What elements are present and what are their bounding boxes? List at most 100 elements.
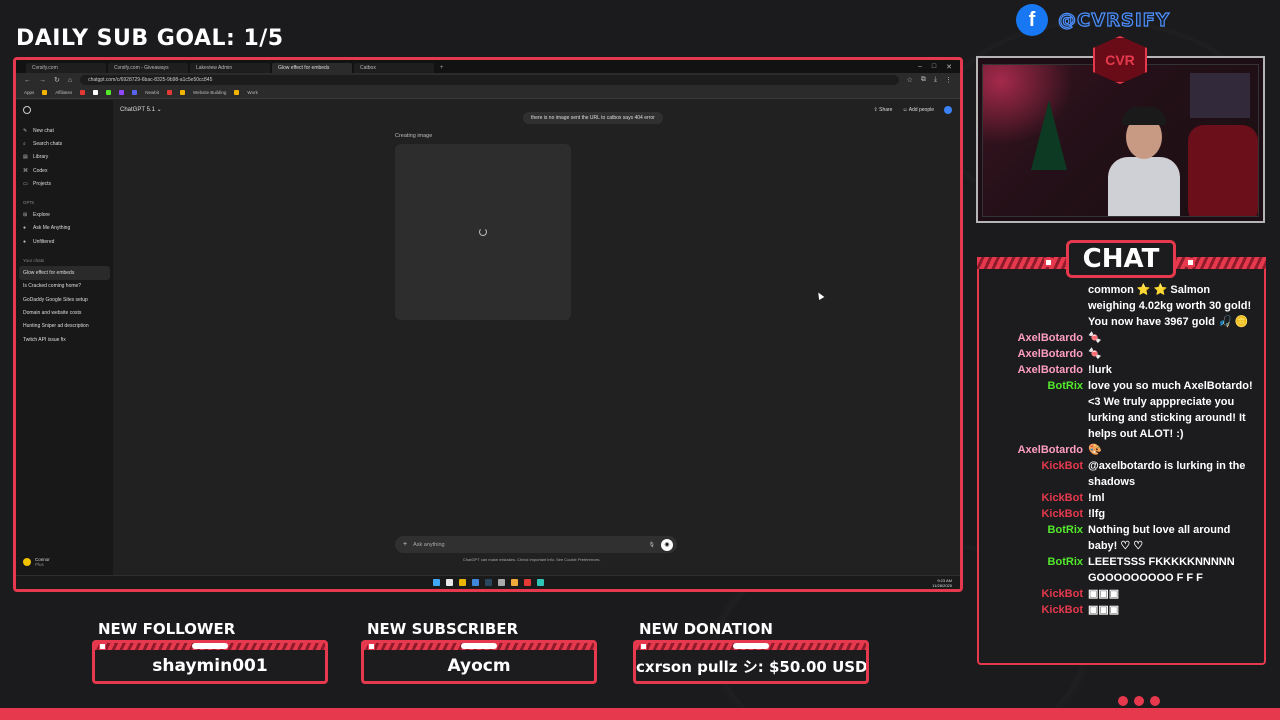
sidebar-chat-item[interactable]: Domain and website costs (23, 306, 106, 319)
sidebar-item-gpt[interactable]: ● Unfiltered (23, 235, 106, 248)
sidebar-item-projects[interactable]: ▭ Projects (23, 177, 106, 190)
twitch-icon[interactable] (119, 90, 125, 95)
voice-mode-icon[interactable]: ◉ (661, 538, 673, 551)
attach-plus-icon[interactable]: + (403, 541, 407, 548)
chat-username: KickBot (1041, 492, 1083, 504)
more-options-icon[interactable] (944, 106, 952, 114)
search-icon: ⌕ (23, 140, 26, 147)
discord-icon[interactable] (132, 90, 138, 95)
app-icon[interactable] (497, 579, 505, 586)
prompt-composer[interactable]: + Ask anything 🎙 ◉ (395, 536, 677, 553)
loading-spinner-icon (479, 228, 487, 236)
browser-tab[interactable]: Cvrsify.com - Giveaways (108, 63, 188, 73)
system-tray-clock[interactable]: 9:23 AM 11/28/2025 (932, 578, 952, 588)
chat-message: common ⭐ ⭐ Salmon weighing 4.02kg worth … (985, 282, 1255, 330)
chat-main: ChatGPT 5.1 ⌄ there is no image sent the… (113, 100, 960, 575)
decor-square (1044, 258, 1053, 267)
bookmark-apps[interactable]: Apps (24, 90, 34, 95)
sidebar-item-library[interactable]: ▤ Library (23, 151, 106, 164)
account-menu[interactable]: Connor Plus (23, 557, 50, 567)
decor-square (1186, 258, 1195, 267)
chat-message-text: love you so much AxelBotardo! <3 We trul… (1088, 380, 1253, 440)
chat-message: KickBot @axelbotardo is lurking in the sh… (985, 458, 1255, 490)
share-button[interactable]: ⇪ Share (874, 107, 893, 113)
file-explorer-icon[interactable] (471, 579, 479, 586)
chat-username: AxelBotardo (1017, 364, 1083, 376)
chat-message: BotRix love you so much AxelBotardo! <3 W… (985, 378, 1255, 442)
bookmark-website-building[interactable]: Website Building (193, 90, 226, 95)
browser-tab[interactable]: Catbox (354, 63, 434, 73)
chatgpt-sidebar: ✎ New chat ⌕ Search chats ▤ Library ⌘ Codex … (16, 100, 113, 575)
sidebar-item-explore[interactable]: ⊞ Explore (23, 208, 106, 221)
image-placeholder (395, 144, 571, 320)
sidebar-item-gpt[interactable]: ● Ask Me Anything (23, 222, 106, 235)
windows-start-icon[interactable] (432, 579, 440, 586)
sidebar-item-new-chat[interactable]: ✎ New chat (23, 124, 106, 137)
new-subscriber-alert: NEW SUBSCRIBER Ayocm (361, 620, 597, 684)
chat-message: AxelBotardo 🍬 (985, 330, 1255, 346)
sidebar-chat-item[interactable]: Is Cracked coming home? (23, 280, 106, 293)
x-icon[interactable] (93, 90, 99, 95)
openai-logo-icon[interactable] (23, 106, 31, 114)
gpt-icon: ● (23, 238, 27, 245)
back-icon[interactable]: ← (24, 77, 31, 84)
decor-dots (1118, 696, 1160, 706)
chrome-icon[interactable] (458, 579, 466, 586)
microphone-icon[interactable]: 🎙 (649, 542, 655, 548)
app-icon[interactable] (510, 579, 518, 586)
folder-icon: ▭ (23, 180, 28, 187)
minimize-icon[interactable]: – (918, 63, 922, 71)
chat-message-list: common ⭐ ⭐ Salmon weighing 4.02kg worth … (985, 282, 1255, 654)
share-icon: ⇪ (873, 107, 878, 113)
chatgpt-app: ✎ New chat ⌕ Search chats ▤ Library ⌘ Codex … (16, 100, 960, 575)
download-icon[interactable]: ⤓ (934, 76, 937, 84)
bookmark-star-icon[interactable]: ☆ (907, 76, 913, 84)
chat-message-text: common ⭐ ⭐ Salmon weighing 4.02kg worth … (1088, 284, 1252, 328)
sidebar-item-codex[interactable]: ⌘ Codex (23, 164, 106, 177)
social-handle-block: f @CVRSIFY (1016, 4, 1170, 36)
reload-icon[interactable]: ↻ (54, 76, 60, 84)
sidebar-item-search-chats[interactable]: ⌕ Search chats (23, 137, 106, 150)
sidebar-chat-item[interactable]: Glow effect for embeds (19, 266, 110, 280)
chat-message-text: 🍬 (1088, 348, 1102, 360)
alert-label: NEW DONATION (639, 620, 773, 638)
search-icon[interactable] (445, 579, 453, 586)
chat-message: KickBot ▣▣▣ (985, 586, 1255, 602)
address-input[interactable]: chatgpt.com/c/6928729-6bac-8325-9b98-a1c… (80, 75, 899, 85)
youtube-icon[interactable] (80, 90, 86, 95)
disclaimer-text: ChatGPT can make mistakes. Check importa… (463, 557, 601, 562)
sidebar-chat-item[interactable]: GoDaddy Google Sites setup (23, 293, 106, 306)
chat-message: AxelBotardo 🎨 (985, 442, 1255, 458)
home-icon[interactable]: ⌂ (68, 77, 72, 84)
gaming-chair (1188, 125, 1258, 216)
kick-icon[interactable] (106, 90, 112, 95)
chat-message-text: ▣▣▣ (1088, 588, 1120, 600)
site-icon[interactable] (166, 90, 172, 95)
bookmarks-bar: Apps Affiliates Newbit Website Building … (16, 87, 960, 99)
sidebar-chat-item[interactable]: Hunting Sniper ad description (23, 320, 106, 333)
maximize-icon[interactable]: □ (932, 63, 936, 71)
bookmark-newbit[interactable]: Newbit (145, 90, 159, 95)
bookmark-work[interactable]: Work (247, 90, 257, 95)
bookmark-affiliates[interactable]: Affiliates (55, 90, 72, 95)
extensions-icon[interactable]: ⧉ (921, 76, 926, 84)
sidebar-chat-item[interactable]: Twitch API issue fix (23, 333, 106, 346)
new-tab-icon[interactable]: + (436, 63, 448, 73)
forward-icon[interactable]: → (39, 77, 46, 84)
browser-tab[interactable]: Lakeview Admin (190, 63, 270, 73)
app-icon[interactable] (536, 579, 544, 586)
model-selector[interactable]: ChatGPT 5.1 ⌄ (120, 106, 162, 113)
prompt-input[interactable]: Ask anything (413, 542, 643, 548)
steam-icon[interactable] (484, 579, 492, 586)
chevron-down-icon: ⌄ (156, 107, 162, 113)
browser-tab-active[interactable]: Glow effect for embeds (272, 63, 352, 73)
browser-tab[interactable]: Cvrsify.com (26, 63, 106, 73)
user-plan: Plus (35, 562, 44, 567)
add-people-button[interactable]: ☺ Add people (902, 107, 934, 113)
app-icon[interactable] (523, 579, 531, 586)
close-icon[interactable]: ✕ (946, 63, 952, 71)
webcam-feed (982, 64, 1259, 217)
menu-icon[interactable]: ⋮ (945, 76, 952, 84)
new-follower-alert: NEW FOLLOWER shaymin001 (92, 620, 328, 684)
follower-name: shaymin001 (152, 656, 268, 676)
